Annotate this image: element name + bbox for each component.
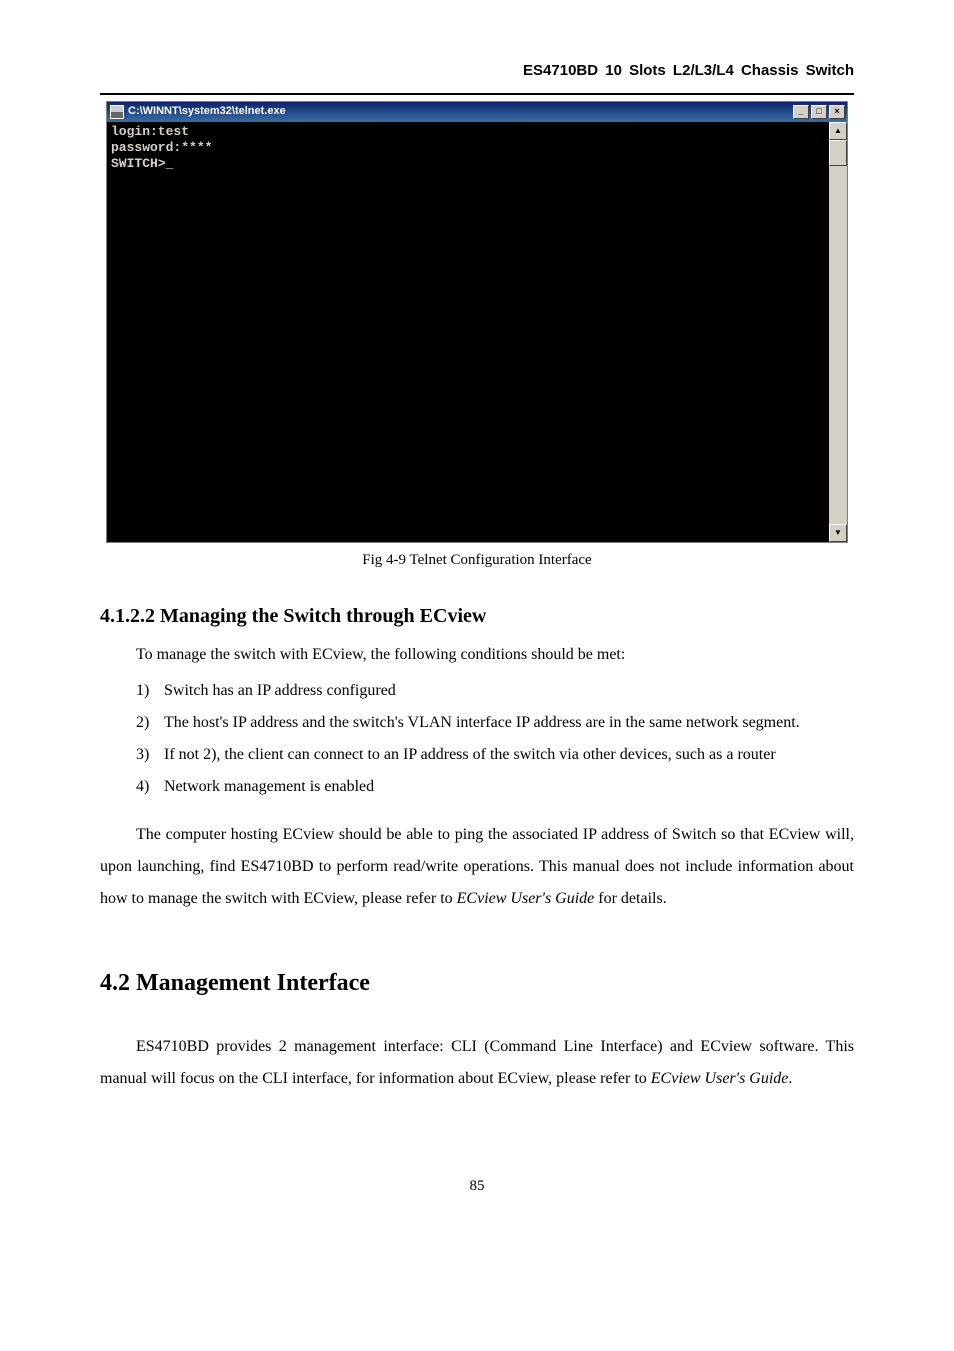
minimize-button[interactable]: _: [793, 105, 809, 119]
list-item-text: If not 2), the client can connect to an …: [164, 746, 776, 763]
close-button[interactable]: ×: [829, 105, 845, 119]
book-title-italic: ECview User's Guide: [651, 1070, 789, 1087]
figure-caption: Fig 4-9 Telnet Configuration Interface: [100, 549, 854, 572]
para-text-post: .: [788, 1070, 792, 1087]
scroll-track: [829, 166, 847, 524]
conditions-list: 1) Switch has an IP address configured 2…: [100, 675, 854, 803]
list-item-number: 4): [136, 771, 149, 803]
book-title-italic: ECview User's Guide: [457, 890, 595, 907]
para-text-post: for details.: [594, 890, 666, 907]
list-item-number: 2): [136, 707, 149, 739]
terminal-titlebar: C:\WINNT\system32\telnet.exe _ □ ×: [107, 102, 847, 122]
list-item: 1) Switch has an IP address configured: [136, 675, 854, 707]
heading-4-1-2-2: 4.1.2.2 Managing the Switch through ECvi…: [100, 601, 854, 631]
list-item-text: The host's IP address and the switch's V…: [164, 714, 800, 731]
terminal-scrollbar[interactable]: ▲ ▼: [829, 122, 847, 542]
terminal-title-text: C:\WINNT\system32\telnet.exe: [128, 103, 286, 120]
maximize-button[interactable]: □: [811, 105, 827, 119]
terminal-line-1: login:test: [111, 124, 189, 139]
header-rule: [100, 93, 854, 95]
scroll-down-button[interactable]: ▼: [829, 524, 847, 542]
management-interface-paragraph: ES4710BD provides 2 management interface…: [100, 1031, 854, 1095]
list-item-text: Network management is enabled: [164, 778, 374, 795]
heading-4-2: 4.2 Management Interface: [100, 965, 854, 1001]
list-item-number: 1): [136, 675, 149, 707]
ecview-paragraph: The computer hosting ECview should be ab…: [100, 819, 854, 915]
list-item: 4) Network management is enabled: [136, 771, 854, 803]
terminal-line-2: password:****: [111, 140, 212, 155]
list-item: 3) If not 2), the client can connect to …: [136, 739, 854, 771]
list-item: 2) The host's IP address and the switch'…: [136, 707, 854, 739]
scroll-thumb[interactable]: [829, 140, 847, 166]
terminal-window: C:\WINNT\system32\telnet.exe _ □ × login…: [106, 101, 848, 543]
terminal-body: login:test password:**** SWITCH>_: [107, 122, 829, 542]
scroll-up-button[interactable]: ▲: [829, 122, 847, 140]
terminal-line-3: SWITCH>_: [111, 156, 173, 171]
page-header: ES4710BD 10 Slots L2/L3/L4 Chassis Switc…: [100, 60, 854, 83]
list-item-number: 3): [136, 739, 149, 771]
terminal-icon: [110, 105, 124, 119]
intro-paragraph: To manage the switch with ECview, the fo…: [100, 643, 854, 667]
page-number: 85: [100, 1175, 854, 1198]
list-item-text: Switch has an IP address configured: [164, 682, 396, 699]
